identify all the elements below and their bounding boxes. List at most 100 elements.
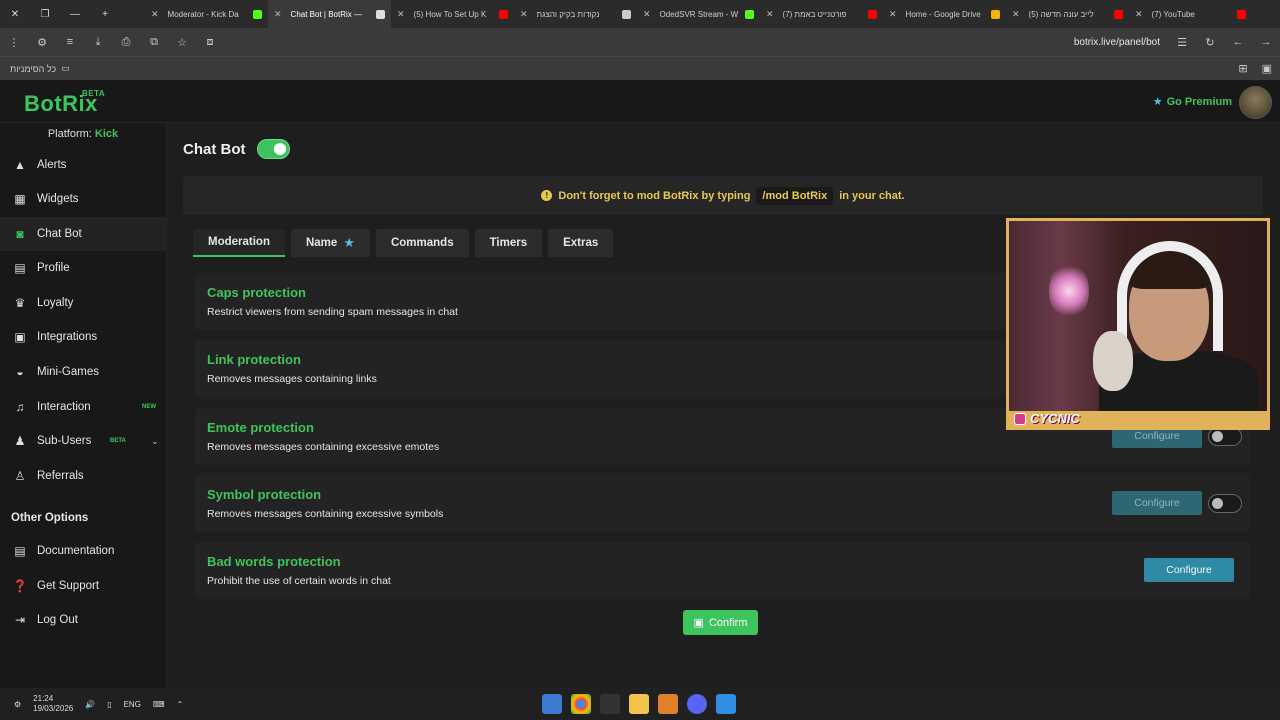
browser-tab[interactable]: ✕ לייב עונה חדשה (5) bbox=[1006, 0, 1129, 28]
close-tab-icon[interactable]: ✕ bbox=[520, 9, 528, 20]
star-icon: ★ bbox=[1152, 96, 1163, 108]
new-tab-icon[interactable]: + bbox=[90, 9, 120, 20]
sidebar-item-mini-games[interactable]: ◒ Mini-Games bbox=[0, 355, 166, 389]
referrals-icon: ♙ bbox=[14, 469, 26, 483]
sidebar-item-log-out[interactable]: ⇥ Log Out bbox=[0, 603, 166, 637]
sidebar-item-sub-users[interactable]: ♟ Sub-Users BETA ⌄ bbox=[0, 424, 166, 458]
browser-tab[interactable]: ✕ פורטנייט באמת (7) bbox=[760, 0, 883, 28]
browser-tab[interactable]: ✕ Moderator - Kick Da bbox=[145, 0, 268, 28]
close-tab-icon[interactable]: ✕ bbox=[274, 9, 282, 20]
bookmark-star-icon[interactable]: ☆ bbox=[168, 36, 196, 49]
go-premium-button[interactable]: ★ Go Premium bbox=[1152, 95, 1232, 109]
sidebar-item-loyalty[interactable]: ♛ Loyalty bbox=[0, 286, 166, 320]
forward-icon[interactable]: ← bbox=[1224, 36, 1252, 48]
tab-extras[interactable]: Extras bbox=[548, 229, 614, 257]
close-tab-icon[interactable]: ✕ bbox=[1135, 9, 1143, 20]
browser-tab-active[interactable]: ✕ Chat Bot | BotRix — bbox=[268, 0, 391, 28]
browser-tab[interactable]: ✕ נקודות בקיק והצגת bbox=[514, 0, 637, 28]
system-tray: ⚙ 21:24 19/03/2026 🔊 ▯ ENG ⌨ ⌃ bbox=[14, 694, 183, 714]
app-icon[interactable] bbox=[658, 694, 678, 714]
youtube-favicon-icon bbox=[1114, 9, 1123, 19]
app-icon[interactable] bbox=[542, 694, 562, 714]
tab-search-icon[interactable]: ≡ bbox=[56, 36, 84, 48]
clock[interactable]: 21:24 19/03/2026 bbox=[33, 694, 73, 714]
close-tab-icon[interactable]: ✕ bbox=[1012, 9, 1020, 20]
grid-icon: ▦ bbox=[14, 192, 26, 206]
tab-timers[interactable]: Timers bbox=[474, 229, 543, 257]
sidebar-item-widgets[interactable]: ▦ Widgets bbox=[0, 182, 166, 216]
share-icon[interactable]: ⧉ bbox=[140, 36, 168, 49]
browser-tab[interactable]: ✕ (5) How To Set Up K bbox=[391, 0, 514, 28]
kick-favicon-icon bbox=[253, 9, 262, 19]
close-tab-icon[interactable]: ✕ bbox=[766, 9, 774, 20]
sidebar-item-integrations[interactable]: ▣ Integrations bbox=[0, 320, 166, 354]
download-icon[interactable]: ⤓ bbox=[84, 36, 112, 49]
chatgpt-favicon-icon bbox=[622, 9, 631, 19]
id-card-icon: ▤ bbox=[14, 261, 26, 275]
sidebar-item-get-support[interactable]: ❓ Get Support bbox=[0, 569, 166, 603]
chat-bot-toggle[interactable] bbox=[256, 139, 290, 159]
sidebar-item-alerts[interactable]: ▲ Alerts bbox=[0, 148, 166, 182]
user-avatar[interactable] bbox=[1239, 86, 1272, 119]
volume-icon[interactable]: 🔊 bbox=[85, 700, 95, 709]
sidebar-item-documentation[interactable]: ▤ Documentation bbox=[0, 534, 166, 568]
save-icon[interactable]: ⎙ bbox=[112, 36, 140, 49]
extensions-icon[interactable]: ⚙ bbox=[28, 36, 56, 49]
bookmarks-bar: כל הסימניות ▭ ⊞ ▣ bbox=[0, 56, 1280, 80]
close-tab-icon[interactable]: ✕ bbox=[151, 9, 159, 20]
sidebar-icon[interactable]: ▣ bbox=[1262, 62, 1272, 75]
confirm-button[interactable]: ▣ Confirm bbox=[683, 610, 758, 635]
youtube-favicon-icon bbox=[499, 9, 508, 19]
close-tab-icon[interactable]: ✕ bbox=[889, 9, 897, 20]
botrix-logo[interactable]: BotRix BETA bbox=[24, 89, 105, 117]
exclamation-icon: ! bbox=[541, 190, 553, 201]
botrix-favicon-icon bbox=[376, 9, 385, 19]
windows-start-icon[interactable] bbox=[716, 694, 736, 714]
configure-button[interactable]: Configure bbox=[1144, 558, 1234, 582]
site-settings-icon[interactable]: ☰ bbox=[1168, 36, 1196, 49]
url-text[interactable]: botrix.live/panel/bot bbox=[1074, 37, 1160, 48]
file-explorer-icon[interactable] bbox=[629, 694, 649, 714]
close-tab-icon[interactable]: ✕ bbox=[643, 9, 651, 20]
translate-icon[interactable]: ⧈ bbox=[196, 36, 224, 49]
symbol-protection-toggle[interactable] bbox=[1208, 494, 1242, 513]
title-row: Chat Bot bbox=[183, 139, 290, 159]
epic-games-icon[interactable] bbox=[600, 694, 620, 714]
browser-tab[interactable]: ✕ OdedSVR Stream - W bbox=[637, 0, 760, 28]
minimize-window-icon[interactable]: — bbox=[60, 9, 90, 20]
card-description: Restrict viewers from sending spam messa… bbox=[207, 306, 458, 318]
language-indicator[interactable]: ENG bbox=[124, 700, 141, 709]
chrome-icon[interactable] bbox=[571, 694, 591, 714]
all-bookmarks-folder[interactable]: כל הסימניות ▭ bbox=[10, 63, 70, 74]
apps-icon[interactable]: ⊞ bbox=[1238, 62, 1247, 75]
sidebar-item-referrals[interactable]: ♙ Referrals bbox=[0, 459, 166, 493]
back-icon[interactable]: → bbox=[1252, 36, 1280, 48]
tab-moderation[interactable]: Moderation bbox=[193, 229, 285, 257]
configure-button[interactable]: Configure bbox=[1112, 491, 1202, 515]
browser-tab[interactable]: ✕ (7) YouTube bbox=[1129, 0, 1252, 28]
reload-icon[interactable]: ↻ bbox=[1196, 36, 1224, 49]
sidebar-item-chat-bot[interactable]: ◙ Chat Bot bbox=[0, 217, 166, 251]
doc-icon: ▤ bbox=[14, 544, 26, 558]
card-title: Emote protection bbox=[207, 420, 314, 435]
browser-tab[interactable]: ✕ Home - Google Drive bbox=[883, 0, 1006, 28]
close-tab-icon[interactable]: ✕ bbox=[397, 9, 405, 20]
restore-window-icon[interactable]: ❐ bbox=[30, 9, 60, 20]
menu-dots-icon[interactable]: ⋮ bbox=[0, 36, 28, 49]
keyboard-icon[interactable]: ⌨ bbox=[153, 700, 165, 709]
tab-commands[interactable]: Commands bbox=[375, 229, 469, 257]
sidebar-item-interaction[interactable]: ♫ Interaction NEW bbox=[0, 390, 166, 424]
discord-icon[interactable] bbox=[687, 694, 707, 714]
mod-command-code: /mod BotRix bbox=[756, 186, 834, 205]
chevron-down-icon[interactable]: ⌄ bbox=[151, 436, 159, 447]
youtube-favicon-icon bbox=[868, 9, 877, 19]
close-window-icon[interactable]: ✕ bbox=[0, 9, 30, 20]
taskbar: ⚙ 21:24 19/03/2026 🔊 ▯ ENG ⌨ ⌃ bbox=[0, 688, 1280, 720]
music-icon: ♫ bbox=[15, 400, 25, 414]
tab-name[interactable]: Name ★ bbox=[290, 229, 370, 257]
star-icon: ★ bbox=[343, 235, 355, 250]
network-icon[interactable]: ▯ bbox=[107, 700, 111, 709]
sidebar-item-profile[interactable]: ▤ Profile bbox=[0, 251, 166, 285]
settings-icon[interactable]: ⚙ bbox=[14, 700, 21, 709]
chevron-up-icon[interactable]: ⌃ bbox=[176, 700, 183, 709]
